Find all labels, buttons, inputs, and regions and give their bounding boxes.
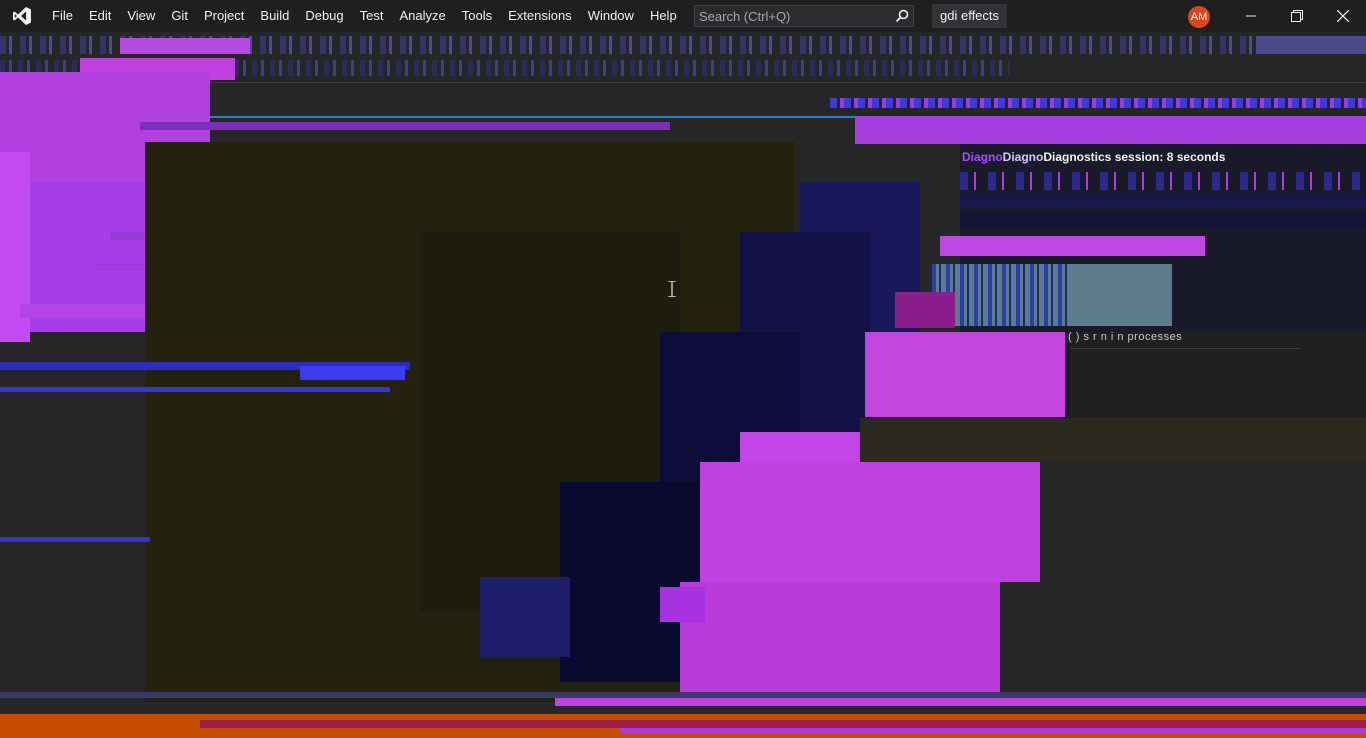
glitched-desktop-area: DiagnoDiagnoDiagnostics session: 8 secon… <box>0 32 1366 738</box>
diagnostics-processes-label: ( ) s r n i n processes <box>1068 331 1183 343</box>
diagnostics-session-label: Diagnostics session: 8 seconds <box>1043 150 1226 164</box>
glitch-band <box>830 98 1366 108</box>
diagnostics-row <box>940 236 1205 256</box>
menu-item-edit[interactable]: Edit <box>81 0 119 32</box>
diagnostics-title-ghost: Diagno <box>1002 150 1044 164</box>
menu-item-project[interactable]: Project <box>196 0 252 32</box>
glitch-band <box>700 462 1040 582</box>
menu-item-file[interactable]: File <box>44 0 81 32</box>
minimize-icon[interactable] <box>1228 0 1274 32</box>
menu-item-help[interactable]: Help <box>642 0 685 32</box>
solution-name: gdi effects <box>932 4 1008 28</box>
glitch-band <box>140 122 670 130</box>
menu-item-git[interactable]: Git <box>163 0 196 32</box>
menu-item-test[interactable]: Test <box>352 0 392 32</box>
menu-item-tools[interactable]: Tools <box>454 0 500 32</box>
glitch-band <box>860 418 1366 462</box>
glitch-band <box>555 698 1366 706</box>
close-icon[interactable] <box>1320 0 1366 32</box>
search-icon[interactable] <box>891 6 913 26</box>
glitch-band <box>680 582 1000 692</box>
divider-line <box>1070 348 1300 349</box>
glitch-band <box>0 387 390 392</box>
search-box[interactable] <box>694 5 914 27</box>
glitch-band <box>855 116 1366 144</box>
avatar[interactable]: AM <box>1188 6 1210 28</box>
glitch-band <box>300 366 405 380</box>
glitch-band <box>0 537 150 542</box>
diagnostics-row <box>960 194 1366 208</box>
menu-item-window[interactable]: Window <box>580 0 642 32</box>
status-bar <box>0 714 1366 738</box>
glitch-band <box>895 292 955 328</box>
glitch-band <box>865 332 1065 417</box>
glitch-band <box>620 728 1366 734</box>
menu-item-view[interactable]: View <box>119 0 163 32</box>
diagnostics-row <box>960 212 1366 228</box>
glitch-band <box>480 577 570 657</box>
diagnostics-title-ghost: Diagno <box>962 150 1003 164</box>
menu-item-debug[interactable]: Debug <box>297 0 351 32</box>
menu-item-extensions[interactable]: Extensions <box>500 0 580 32</box>
text-cursor-icon <box>668 280 676 298</box>
diagnostics-row <box>960 172 1366 190</box>
visual-studio-logo-icon[interactable] <box>0 0 44 32</box>
glitch-band <box>200 720 1366 728</box>
diagnostics-session-title: DiagnoDiagnoDiagnostics session: 8 secon… <box>962 148 1225 166</box>
restore-icon[interactable] <box>1274 0 1320 32</box>
menu-bar: File Edit View Git Project Build Debug Test Anal… <box>44 0 685 32</box>
glitch-band <box>660 587 705 622</box>
search-input[interactable] <box>699 8 891 24</box>
diagnostics-panel-lower <box>1070 332 1366 418</box>
toolbar-remnant <box>120 38 250 54</box>
menu-item-build[interactable]: Build <box>252 0 297 32</box>
toolbar-remnant <box>1256 36 1366 54</box>
menu-item-analyze[interactable]: Analyze <box>391 0 453 32</box>
title-bar: File Edit View Git Project Build Debug Test Anal… <box>0 0 1366 32</box>
